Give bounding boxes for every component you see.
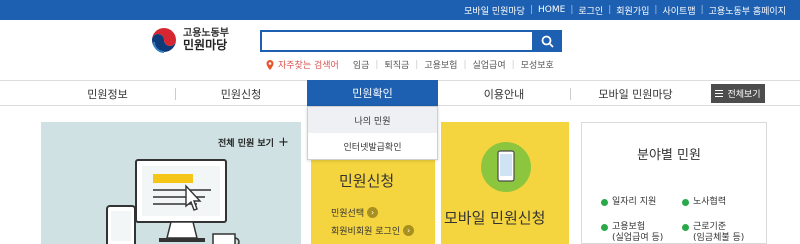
smartphone-icon — [481, 142, 531, 192]
menu-icon — [715, 88, 724, 99]
nav-item-check[interactable]: 민원확인 — [307, 80, 438, 106]
top-links: 모바일 민원마당 | HOME | 로그인 | 회원가입 | 사이트맵 | 고용… — [464, 0, 786, 20]
top-link-home[interactable]: HOME — [538, 5, 565, 15]
arrow-right-icon: › — [403, 225, 415, 236]
search-icon — [541, 35, 554, 48]
computer-illustration — [106, 159, 240, 244]
arrow-right-icon: › — [367, 207, 379, 218]
apply-card-title: 민원신청 — [339, 172, 395, 190]
top-link-separator: | — [608, 5, 612, 15]
logo-site-name: 민원마당 — [183, 37, 228, 52]
dropdown-item-internet-issuance[interactable]: 인터넷발급확인 — [308, 133, 437, 159]
popular-term[interactable]: 임금 — [353, 58, 370, 71]
search-input[interactable] — [260, 30, 532, 52]
popular-search-terms: 자주찾는 검색어 임금 | 퇴직금 | 고용보험 | 실업급여 | 모성보호 — [266, 58, 554, 71]
main-navigation: 민원정보 민원신청 민원확인 이용안내 모바일 민원마당 전체보기 — [0, 80, 800, 106]
search-button[interactable] — [532, 30, 562, 52]
top-link-mobile[interactable]: 모바일 민원마당 — [464, 4, 525, 17]
nav-item-apply[interactable]: 민원신청 — [175, 81, 307, 106]
popular-term[interactable]: 고용보험 — [424, 58, 457, 71]
field-item-labor-standards[interactable]: 근로기준 (임금체불 등) — [682, 222, 744, 244]
plus-icon: + — [277, 135, 289, 150]
site-logo[interactable]: 고용노동부 민원마당 — [150, 26, 229, 54]
top-link-sitemap[interactable]: 사이트맵 — [662, 4, 695, 17]
top-link-login[interactable]: 로그인 — [578, 4, 603, 17]
view-all-label: 전체보기 — [727, 90, 761, 100]
top-link-separator: | — [700, 5, 704, 15]
nav-item-info[interactable]: 민원정보 — [40, 81, 175, 106]
mobile-apply-title: 모바일 민원신청 — [444, 209, 546, 227]
field-item-employment-insurance[interactable]: 고용보험 (실업급여 등) — [601, 222, 663, 244]
top-link-separator: | — [654, 5, 658, 15]
top-link-ministry-home[interactable]: 고용노동부 홈페이지 — [709, 4, 786, 17]
top-utility-bar: 모바일 민원마당 | HOME | 로그인 | 회원가입 | 사이트맵 | 고용… — [0, 0, 800, 20]
popular-term[interactable]: 모성보호 — [521, 58, 554, 71]
view-all-menu-button[interactable]: 전체보기 — [711, 84, 765, 103]
apply-link-login[interactable]: 회원비회원 로그인 › — [331, 224, 415, 237]
header: 고용노동부 민원마당 자주찾는 검색어 임금 | 퇴직금 | 고용보험 | 실업… — [0, 20, 800, 80]
nav-item-mobile[interactable]: 모바일 민원마당 — [570, 81, 701, 106]
field-item-job-support[interactable]: 일자리 지원 — [601, 197, 656, 208]
top-link-separator: | — [570, 5, 574, 15]
dropdown-item-my-complaints[interactable]: 나의 민원 — [308, 107, 437, 133]
nav-dropdown-check: 나의 민원 인터넷발급확인 — [307, 106, 438, 160]
search-box — [260, 30, 562, 52]
popular-term[interactable]: 퇴직금 — [384, 58, 409, 71]
logo-mark — [151, 27, 177, 53]
location-pin-icon — [266, 59, 274, 70]
field-complaints-title: 분야별 민원 — [637, 148, 701, 163]
nav-item-guide[interactable]: 이용안내 — [438, 81, 570, 106]
view-all-complaints-label: 전체 민원 보기 — [218, 139, 274, 149]
top-link-separator: | — [529, 5, 534, 15]
view-all-complaints-link[interactable]: 전체 민원 보기 + — [218, 135, 289, 150]
apply-link-select[interactable]: 민원선택 › — [331, 206, 379, 219]
field-item-labor-cooperation[interactable]: 노사협력 — [682, 197, 726, 208]
popular-term[interactable]: 실업급여 — [473, 58, 506, 71]
top-link-signup[interactable]: 회원가입 — [616, 4, 649, 17]
popular-search-title: 자주찾는 검색어 — [278, 61, 339, 71]
